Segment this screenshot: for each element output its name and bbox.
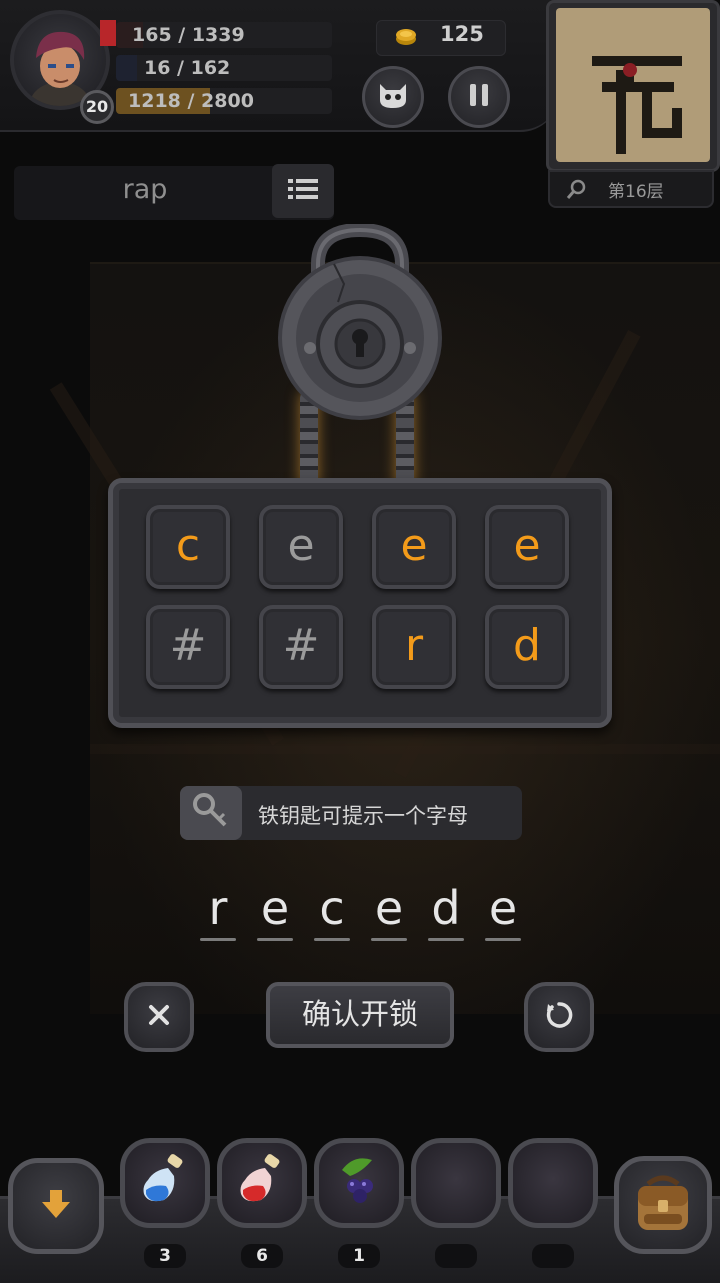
- item-count: [532, 1244, 574, 1268]
- answer-underline: [200, 938, 236, 941]
- reset-button[interactable]: [524, 982, 594, 1052]
- mp-bar: 16 / 162: [116, 55, 332, 81]
- letter-tile[interactable]: e: [485, 505, 569, 589]
- coin-icon: [394, 24, 418, 48]
- letter-tile[interactable]: e: [259, 505, 343, 589]
- hp-indicator: [100, 20, 116, 46]
- pet-face-icon: [376, 80, 410, 114]
- backpack-icon: [630, 1170, 696, 1240]
- berries-icon: [328, 1150, 390, 1216]
- key-icon: [191, 791, 231, 835]
- xp-bar: 1218 / 2800: [116, 88, 332, 114]
- letter-tile[interactable]: #: [146, 605, 230, 689]
- clear-button[interactable]: [124, 982, 194, 1052]
- gold-amount: 125: [440, 22, 484, 46]
- inventory-slot[interactable]: [411, 1138, 501, 1228]
- hint-text: 铁钥匙可提示一个字母: [258, 804, 468, 828]
- pet-button[interactable]: [362, 66, 424, 128]
- item-count: 1: [338, 1244, 380, 1268]
- answer-letter[interactable]: c: [312, 882, 352, 944]
- answer-letter[interactable]: e: [483, 882, 523, 944]
- answer-underline: [428, 938, 464, 941]
- xp-value: 1218 / 2800: [128, 90, 254, 112]
- answer-underline: [371, 938, 407, 941]
- magnifier-icon: [566, 178, 588, 204]
- answer-letter[interactable]: r: [198, 882, 238, 944]
- red-potion-icon: [231, 1150, 293, 1216]
- word-list-button[interactable]: [272, 164, 334, 218]
- pause-button[interactable]: [448, 66, 510, 128]
- answer-underline: [314, 938, 350, 941]
- floor-label: 第16层: [608, 182, 664, 202]
- letter-tile[interactable]: #: [259, 605, 343, 689]
- confirm-unlock-button[interactable]: 确认开锁: [266, 982, 454, 1048]
- answer-underline: [485, 938, 521, 941]
- padlock-icon: [274, 222, 446, 424]
- descend-button[interactable]: [8, 1158, 104, 1254]
- level-badge: 20: [80, 90, 114, 124]
- blue-potion-icon: [134, 1150, 196, 1216]
- item-count: 3: [144, 1244, 186, 1268]
- item-count: 6: [241, 1244, 283, 1268]
- minimap[interactable]: [556, 8, 710, 162]
- clue-word: rap: [122, 174, 168, 205]
- answer-letter[interactable]: e: [369, 882, 409, 944]
- answer-letter[interactable]: d: [426, 882, 466, 944]
- inventory-slot[interactable]: [314, 1138, 404, 1228]
- inventory-slot[interactable]: [217, 1138, 307, 1228]
- letter-tile[interactable]: e: [372, 505, 456, 589]
- mp-value: 16 / 162: [144, 57, 231, 79]
- letter-tile[interactable]: d: [485, 605, 569, 689]
- inventory-slot[interactable]: [120, 1138, 210, 1228]
- key-hint-button[interactable]: [180, 786, 242, 840]
- refresh-icon: [544, 1000, 574, 1034]
- answer-letter[interactable]: e: [255, 882, 295, 944]
- list-icon: [288, 178, 318, 204]
- hp-value: 165 / 1339: [132, 24, 245, 46]
- backpack-button[interactable]: [614, 1156, 712, 1254]
- letter-tile[interactable]: c: [146, 505, 230, 589]
- answer-underline: [257, 938, 293, 941]
- item-count: [435, 1244, 477, 1268]
- pause-icon: [467, 82, 491, 112]
- inventory-slot[interactable]: [508, 1138, 598, 1228]
- letter-tile[interactable]: r: [372, 605, 456, 689]
- arrow-down-icon: [38, 1186, 74, 1226]
- hp-bar: 165 / 1339: [116, 22, 332, 48]
- close-icon: [147, 1003, 171, 1031]
